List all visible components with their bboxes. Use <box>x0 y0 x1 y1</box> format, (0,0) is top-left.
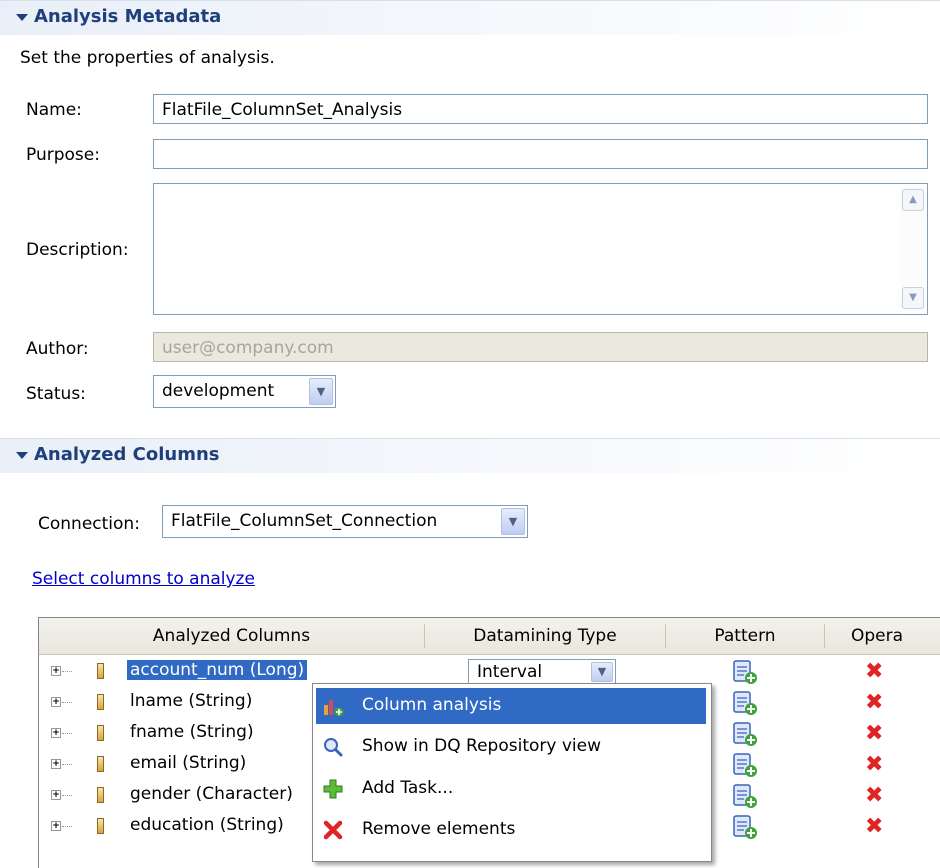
delete-icon[interactable]: ✖ <box>865 785 883 807</box>
chevron-down-icon[interactable]: ▼ <box>591 662 613 682</box>
add-pattern-icon[interactable] <box>732 721 758 747</box>
analysis-metadata-header[interactable]: Analysis Metadata <box>0 0 940 35</box>
collapse-triangle-icon[interactable] <box>16 452 28 459</box>
column-header-datamining-type[interactable]: Datamining Type <box>425 618 665 654</box>
connection-label: Connection: <box>38 514 140 534</box>
add-pattern-icon[interactable] <box>732 690 758 716</box>
delete-icon[interactable]: ✖ <box>865 754 883 776</box>
chevron-down-icon[interactable]: ▼ <box>501 508 525 535</box>
datamining-type-value: Interval <box>477 662 543 682</box>
expand-plus-icon[interactable]: + <box>51 790 61 800</box>
column-name[interactable]: fname (String) <box>127 722 257 742</box>
column-icon <box>97 756 104 772</box>
add-pattern-icon[interactable] <box>732 783 758 809</box>
status-select-value: development <box>162 381 275 401</box>
column-icon <box>97 725 104 741</box>
menu-item-show-in-repository[interactable]: Show in DQ Repository view <box>316 729 706 765</box>
menu-item-add-task[interactable]: Add Task... <box>316 771 706 807</box>
tree-connector <box>62 795 72 796</box>
menu-item-label: Column analysis <box>362 695 502 715</box>
section-description: Set the properties of analysis. <box>20 48 275 68</box>
analyzed-columns-header[interactable]: Analyzed Columns <box>0 438 940 473</box>
author-field: user@company.com <box>153 332 928 362</box>
expand-plus-icon[interactable]: + <box>51 697 61 707</box>
column-name[interactable]: lname (String) <box>127 691 255 711</box>
remove-x-icon <box>323 820 343 840</box>
menu-item-remove-elements[interactable]: Remove elements <box>316 812 706 848</box>
menu-item-label: Remove elements <box>362 819 516 839</box>
scroll-up-icon[interactable]: ▲ <box>902 189 924 211</box>
name-field[interactable]: FlatFile_ColumnSet_Analysis <box>153 94 928 124</box>
delete-icon[interactable]: ✖ <box>865 816 883 838</box>
collapse-triangle-icon[interactable] <box>16 14 28 21</box>
description-label: Description: <box>26 240 129 260</box>
column-header-analyzed-columns[interactable]: Analyzed Columns <box>39 618 424 654</box>
datamining-type-select[interactable]: Interval ▼ <box>468 659 616 685</box>
delete-icon[interactable]: ✖ <box>865 661 883 683</box>
column-icon <box>97 694 104 710</box>
menu-item-column-analysis[interactable]: Column analysis <box>316 688 706 724</box>
connection-select-value: FlatFile_ColumnSet_Connection <box>171 511 438 531</box>
context-menu: Column analysis Show in DQ Repository vi… <box>312 683 712 862</box>
tree-connector <box>62 733 72 734</box>
column-name[interactable]: gender (Character) <box>127 784 296 804</box>
purpose-label: Purpose: <box>26 145 100 165</box>
expand-plus-icon[interactable]: + <box>51 759 61 769</box>
column-name[interactable]: education (String) <box>127 815 287 835</box>
select-columns-link[interactable]: Select columns to analyze <box>32 569 255 589</box>
column-header-pattern[interactable]: Pattern <box>666 618 824 654</box>
status-label: Status: <box>26 384 86 404</box>
section-title: Analyzed Columns <box>34 444 220 465</box>
add-pattern-icon[interactable] <box>732 814 758 840</box>
tree-connector <box>62 764 72 765</box>
expand-plus-icon[interactable]: + <box>51 821 61 831</box>
column-name[interactable]: email (String) <box>127 753 249 773</box>
tree-connector <box>62 671 72 672</box>
author-label: Author: <box>26 339 89 359</box>
table-header: Analyzed Columns Datamining Type Pattern… <box>39 618 940 655</box>
tree-connector <box>62 826 72 827</box>
description-field[interactable]: ▲ ▼ <box>153 183 928 315</box>
name-label: Name: <box>26 100 82 120</box>
expand-plus-icon[interactable]: + <box>51 666 61 676</box>
section-title: Analysis Metadata <box>34 6 222 27</box>
menu-item-label: Add Task... <box>362 778 454 798</box>
chevron-down-icon[interactable]: ▼ <box>309 378 333 405</box>
tree-connector <box>62 702 72 703</box>
column-header-operation[interactable]: Opera <box>825 618 940 654</box>
magnifier-icon <box>324 738 343 757</box>
scroll-down-icon[interactable]: ▼ <box>902 287 924 309</box>
add-pattern-icon[interactable] <box>732 752 758 778</box>
column-analysis-icon <box>324 700 344 717</box>
add-pattern-icon[interactable] <box>732 659 758 685</box>
column-icon <box>97 787 104 803</box>
description-scrollbar[interactable]: ▲ ▼ <box>900 185 926 313</box>
status-select[interactable]: development ▼ <box>153 375 336 408</box>
column-icon <box>97 818 104 834</box>
column-name[interactable]: account_num (Long) <box>127 660 308 680</box>
expand-plus-icon[interactable]: + <box>51 728 61 738</box>
add-plus-icon <box>323 779 343 799</box>
column-icon <box>97 663 104 679</box>
delete-icon[interactable]: ✖ <box>865 692 883 714</box>
menu-item-label: Show in DQ Repository view <box>362 736 601 756</box>
delete-icon[interactable]: ✖ <box>865 723 883 745</box>
purpose-field[interactable] <box>153 139 928 169</box>
connection-select[interactable]: FlatFile_ColumnSet_Connection ▼ <box>162 505 528 538</box>
